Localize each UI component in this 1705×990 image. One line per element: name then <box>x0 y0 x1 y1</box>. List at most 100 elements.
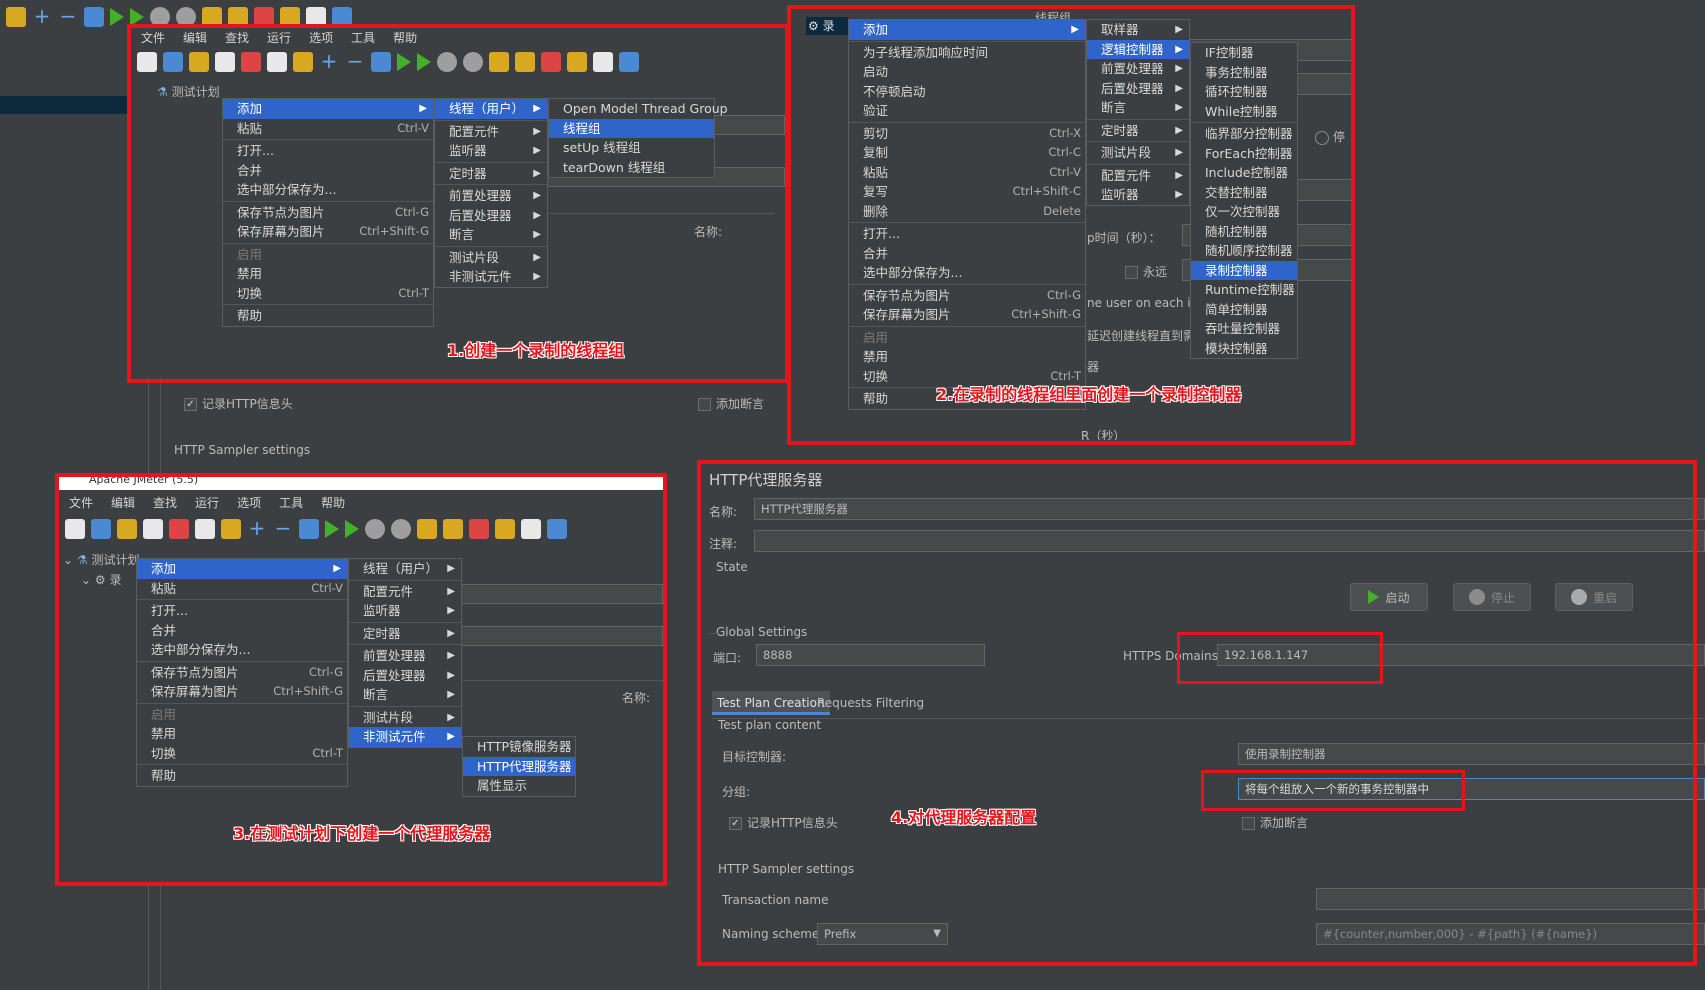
menu-non-test[interactable]: 非测试元件 ▶ <box>349 727 461 747</box>
menu-file[interactable]: 文件 <box>59 494 101 511</box>
menu-save-screen-img[interactable]: 保存屏幕为图片 Ctrl+Shift-G <box>137 682 347 702</box>
menu-duplicate[interactable]: 复写 Ctrl+Shift-C <box>849 182 1085 202</box>
clipboard-icon[interactable] <box>6 7 26 27</box>
clear-all-icon[interactable] <box>515 52 535 72</box>
logic-item[interactable]: 随机顺序控制器 <box>1191 241 1297 261</box>
run-no-pause-icon[interactable] <box>345 520 359 538</box>
menu-pre[interactable]: 前置处理器 ▶ <box>349 646 461 666</box>
menu-assertion[interactable]: 断言 ▶ <box>1087 98 1189 118</box>
list-icon[interactable] <box>593 52 613 72</box>
menu-add[interactable]: 添加 ▶ <box>849 20 1085 40</box>
menu-open[interactable]: 打开... <box>137 601 347 621</box>
run-icon[interactable] <box>397 53 411 71</box>
expand-icon[interactable]: + <box>319 51 339 72</box>
stop-button[interactable]: 停止 <box>1453 583 1531 611</box>
cut-icon[interactable] <box>169 519 189 539</box>
menu-mirror-server[interactable]: HTTP镜像服务器 <box>463 737 575 757</box>
tree-recording-group[interactable]: ⚙ 录 <box>806 17 848 35</box>
save-icon[interactable] <box>215 52 235 72</box>
menu-threads[interactable]: 线程（用户） ▶ <box>435 99 547 119</box>
menu-disable[interactable]: 禁用 <box>223 264 433 284</box>
run-no-pause-icon[interactable] <box>417 53 431 71</box>
menu-paste[interactable]: 粘贴 Ctrl-V <box>137 579 347 599</box>
shutdown-icon[interactable] <box>463 52 483 72</box>
menu-fragment[interactable]: 测试片段 ▶ <box>349 708 461 728</box>
target-controller-select[interactable]: 使用录制控制器 <box>1238 743 1705 765</box>
search-icon[interactable] <box>469 519 489 539</box>
logic-item[interactable]: While控制器 <box>1191 102 1297 122</box>
stop-icon[interactable] <box>437 52 457 72</box>
logic-item[interactable]: Runtime控制器 <box>1191 280 1297 300</box>
list-icon[interactable] <box>521 519 541 539</box>
templates-icon[interactable] <box>163 52 183 72</box>
logic-item-recording-controller[interactable]: 录制控制器 <box>1191 260 1297 280</box>
menu-save-node-img[interactable]: 保存节点为图片 Ctrl-G <box>849 286 1085 306</box>
menu-run[interactable]: 运行 <box>185 494 227 511</box>
clear-icon[interactable] <box>489 52 509 72</box>
bg-add-assert[interactable]: 添加断言 <box>698 395 764 412</box>
proxy-name-field[interactable]: HTTP代理服务器 <box>754 498 1705 520</box>
menu-save-selection[interactable]: 选中部分保存为... <box>849 263 1085 283</box>
menu-thread-group[interactable]: 线程组 <box>549 118 714 138</box>
logic-item[interactable]: 循环控制器 <box>1191 82 1297 102</box>
menu-open[interactable]: 打开... <box>849 224 1085 244</box>
menu-help[interactable]: 帮助 <box>137 766 347 786</box>
logic-item[interactable]: IF控制器 <box>1191 43 1297 63</box>
menu-config[interactable]: 配置元件 ▶ <box>349 582 461 602</box>
menu-file[interactable]: 文件 <box>131 29 173 46</box>
menu-delete[interactable]: 删除 Delete <box>849 202 1085 222</box>
menu-setup-tg[interactable]: setUp 线程组 <box>549 138 714 158</box>
tree-recording-group[interactable]: ⌄ ⚙ 录 <box>81 571 122 588</box>
minus-icon[interactable]: − <box>58 6 78 27</box>
logic-item[interactable]: 仅一次控制器 <box>1191 202 1297 222</box>
run-icon[interactable] <box>325 520 339 538</box>
templates-icon[interactable] <box>91 519 111 539</box>
menu-fragment[interactable]: 测试片段 ▶ <box>1087 143 1189 163</box>
menu-merge[interactable]: 合并 <box>223 161 433 181</box>
plus-icon[interactable]: + <box>32 6 52 27</box>
help-icon[interactable] <box>547 519 567 539</box>
menu-toggle[interactable]: 切换 Ctrl-T <box>137 744 347 764</box>
collapse-icon[interactable]: − <box>345 51 365 72</box>
menu-pre[interactable]: 前置处理器 ▶ <box>1087 59 1189 79</box>
logic-item[interactable]: 简单控制器 <box>1191 300 1297 320</box>
menu-property-display[interactable]: 属性显示 <box>463 776 575 796</box>
start-button[interactable]: 启动 <box>1350 583 1428 611</box>
tree-test-plan[interactable]: ⌄ ⚗ 测试计划 <box>63 551 140 568</box>
menu-save-selection[interactable]: 选中部分保存为... <box>223 180 433 200</box>
clear-icon[interactable] <box>202 7 222 27</box>
cut-icon[interactable] <box>241 52 261 72</box>
menu-logic[interactable]: 逻辑控制器 ▶ <box>1087 39 1189 59</box>
menu-help[interactable]: 帮助 <box>311 494 353 511</box>
search-icon[interactable] <box>254 7 274 27</box>
menu-validate[interactable]: 验证 <box>849 101 1085 121</box>
menu-timer[interactable]: 定时器 ▶ <box>435 164 547 184</box>
menu-add[interactable]: 添加 ▶ <box>137 559 347 579</box>
menu-open-model[interactable]: Open Model Thread Group <box>549 99 728 119</box>
menu-edit[interactable]: 编辑 <box>173 29 215 46</box>
menu-tools[interactable]: 工具 <box>269 494 311 511</box>
menu-search[interactable]: 查找 <box>143 494 185 511</box>
clear-all-icon[interactable] <box>443 519 463 539</box>
toggle-icon[interactable] <box>84 7 104 27</box>
menu-proxy-server[interactable]: HTTP代理服务器 <box>463 756 575 776</box>
help-icon[interactable] <box>332 7 352 27</box>
menu-cut[interactable]: 剪切 Ctrl-X <box>849 124 1085 144</box>
logic-item[interactable]: 交替控制器 <box>1191 183 1297 203</box>
run-icon[interactable] <box>110 8 124 26</box>
menu-threads[interactable]: 线程（用户） ▶ <box>349 559 461 579</box>
search-icon[interactable] <box>541 52 561 72</box>
logic-item[interactable]: 临界部分控制器 <box>1191 124 1297 144</box>
menu-run[interactable]: 运行 <box>257 29 299 46</box>
broom-icon[interactable] <box>567 52 587 72</box>
copy-icon[interactable] <box>267 52 287 72</box>
menu-options[interactable]: 选项 <box>227 494 269 511</box>
logic-item[interactable]: 模块控制器 <box>1191 339 1297 359</box>
toggle-icon[interactable] <box>299 519 319 539</box>
toggle-icon[interactable] <box>371 52 391 72</box>
clear-all-icon[interactable] <box>228 7 248 27</box>
naming-format-field[interactable]: #{counter,number,000} - #{path} (#{name}… <box>1316 923 1705 945</box>
menu-merge[interactable]: 合并 <box>849 244 1085 264</box>
menu-timer[interactable]: 定时器 ▶ <box>1087 121 1189 141</box>
shutdown-icon[interactable] <box>391 519 411 539</box>
